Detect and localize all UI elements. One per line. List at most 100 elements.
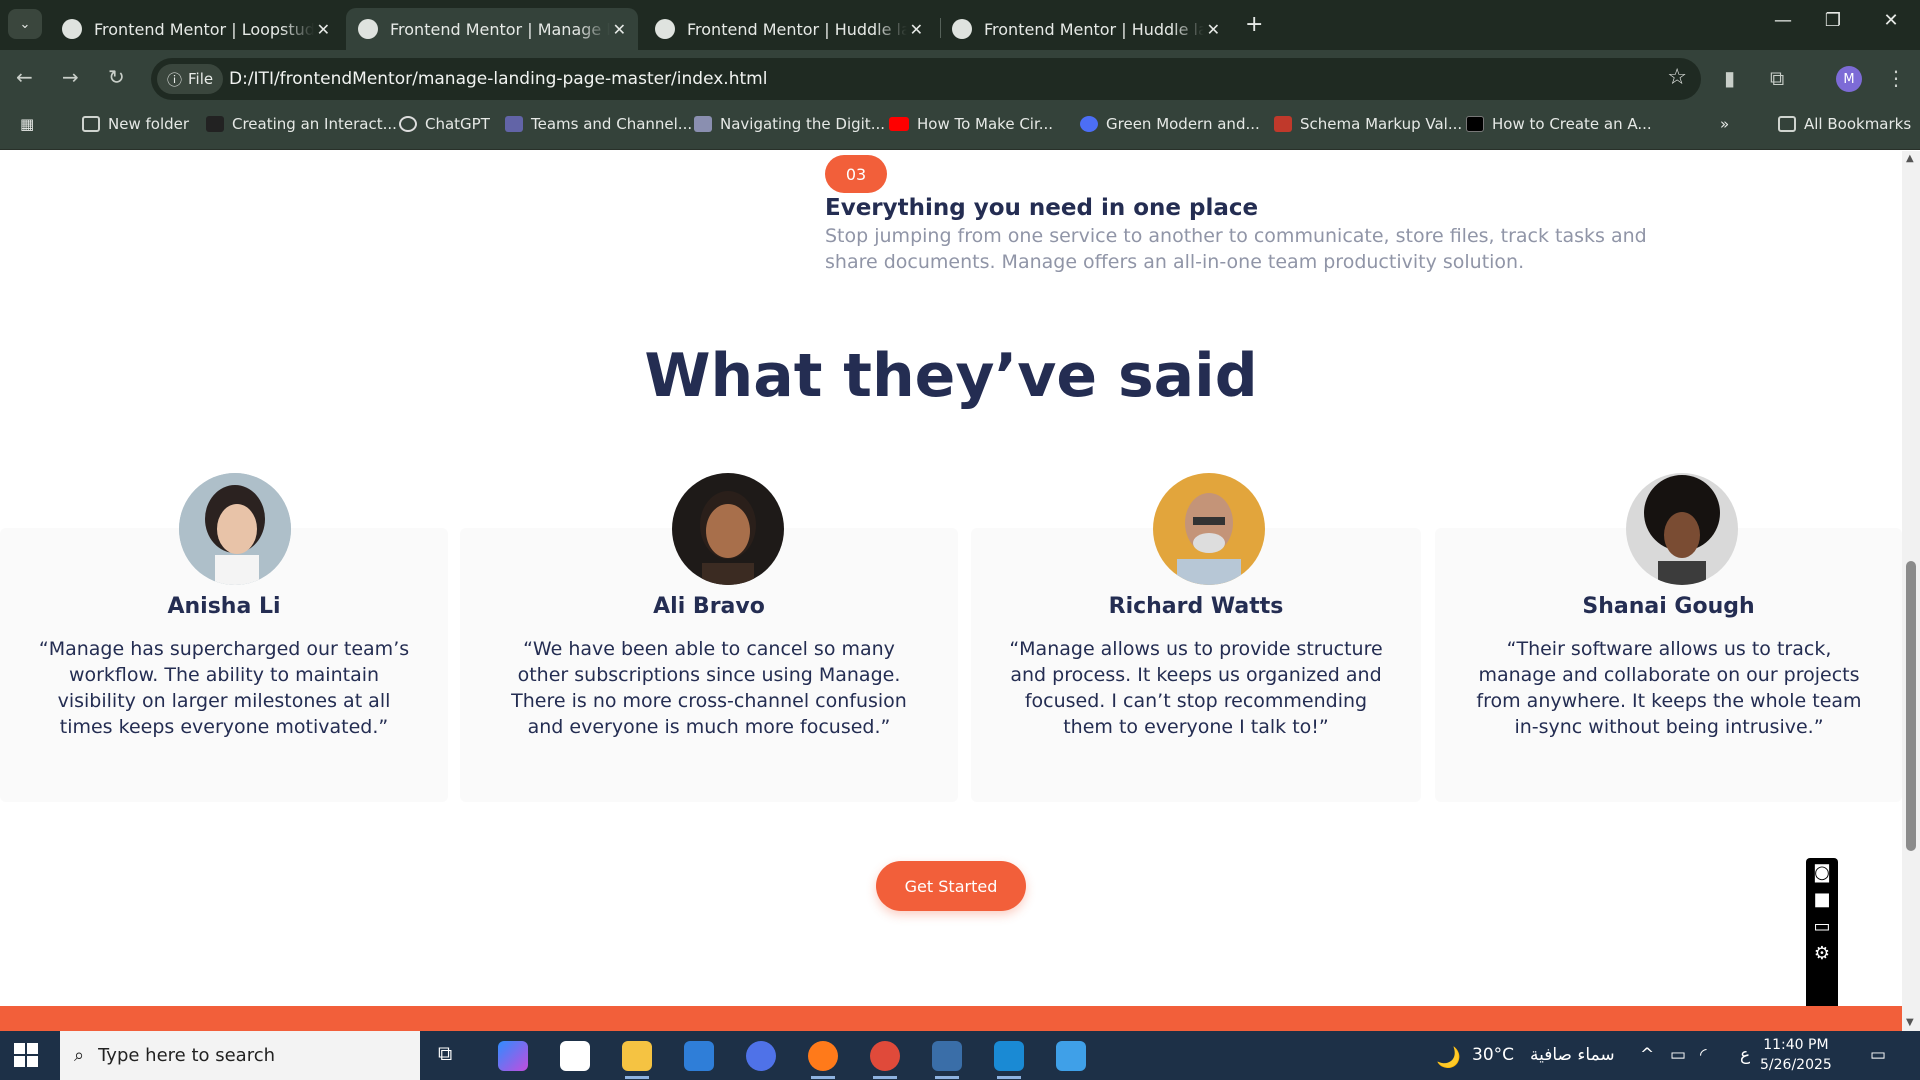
bookmark-how-to-create[interactable]: How to Create an A... [1466,115,1652,133]
bookmark-label: Creating an Interact... [232,115,397,133]
close-icon[interactable]: ✕ [1207,20,1220,39]
bookmark-label: New folder [108,115,190,133]
folder-icon [82,116,100,132]
file-explorer-icon[interactable] [622,1041,652,1079]
testimonial-quote: “Manage has supercharged our team’s work… [38,638,410,738]
firefox-icon[interactable] [808,1041,838,1079]
avatar [1626,473,1738,585]
page-scrollbar[interactable]: ▲ ▼ [1902,151,1920,1031]
tab-title: Frontend Mentor | Huddle landing page [687,19,907,39]
tab-favicon-icon [62,19,82,39]
forward-icon[interactable]: → [62,65,79,89]
footer-band [0,1006,1902,1031]
extensions-puzzle-icon[interactable]: ⧉ [1770,66,1784,90]
minimize-icon[interactable]: — [1763,10,1803,31]
close-icon[interactable]: ✕ [910,20,923,39]
app2-icon[interactable] [1056,1041,1086,1071]
scheme-label: File [188,70,214,88]
scrollbar-thumb[interactable] [1906,561,1916,851]
settings-gear-icon[interactable]: ⚙ [1814,943,1830,964]
wifi-icon[interactable]: ◜ [1700,1045,1707,1065]
site-info-chip[interactable]: ⓘ File [157,64,224,94]
more-bookmarks-chevron-icon[interactable]: » [1720,115,1729,133]
restore-icon[interactable]: ❐ [1813,10,1853,31]
folder-icon [1778,116,1796,132]
bookmark-teams[interactable]: Teams and Channel... [505,115,692,133]
store-icon[interactable] [560,1041,590,1071]
url-text[interactable]: D:/ITI/frontendMentor/manage-landing-pag… [229,69,767,89]
window-close-icon[interactable]: ✕ [1871,10,1911,31]
taskbar-search-box[interactable]: ⌕ Type here to search [60,1031,420,1080]
testimonial-name: Ali Bravo [653,594,765,619]
bookmark-chatgpt[interactable]: ChatGPT [399,115,490,133]
notifications-icon[interactable]: ▭ [1870,1045,1886,1065]
task-view-icon[interactable]: ⧉ [438,1041,468,1071]
window-capture-icon[interactable]: ▭ [1813,916,1830,937]
chatgpt-icon [399,116,417,132]
scroll-up-icon[interactable]: ▲ [1906,153,1914,164]
app-icon[interactable] [932,1041,962,1079]
tab-huddle-2[interactable]: Frontend Mentor | Huddle landing page ✕ [940,8,1232,50]
tray-chevron-icon[interactable]: ^ [1640,1045,1654,1065]
bookmark-label: Teams and Channel... [531,115,693,133]
all-bookmarks[interactable]: All Bookmarks [1778,115,1911,133]
close-icon[interactable]: ✕ [317,20,330,39]
close-icon[interactable]: ✕ [613,20,626,39]
system-clock[interactable]: 11:40 PM 5/26/2025 [1760,1035,1832,1075]
testimonial-name: Shanai Gough [1582,594,1755,619]
bookmark-navigating[interactable]: Navigating the Digit... [694,115,885,133]
testimonial-name: Anisha Li [167,594,281,619]
bookmark-label: ChatGPT [425,115,490,133]
reload-icon[interactable]: ↻ [108,65,125,89]
weather-temp[interactable]: 30°C [1472,1045,1514,1065]
bookmark-star-icon[interactable]: ☆ [1667,65,1687,90]
camera-icon[interactable]: ◙ [1813,862,1830,883]
tab-title: Frontend Mentor | Manage landing page [390,19,610,39]
bing-icon[interactable] [746,1041,776,1071]
bookmark-label: Green Modern and... [1106,115,1260,133]
tab-favicon-icon [358,19,378,39]
profile-avatar[interactable]: M [1836,66,1862,92]
vscode-icon[interactable] [994,1041,1024,1079]
tab-search-chevron-icon[interactable]: ⌄ [8,9,42,39]
new-tab-icon[interactable]: + [1245,12,1263,37]
layers-icon [694,116,712,132]
video-icon[interactable]: ■ [1813,889,1830,910]
windows-start-icon[interactable] [14,1043,38,1067]
extension-doc-icon[interactable]: ▮ [1724,66,1735,90]
bookmark-new-folder[interactable]: New folder [82,115,189,133]
cs-icon [206,116,224,132]
copilot-icon[interactable] [498,1041,528,1071]
get-started-button[interactable]: Get Started [876,861,1026,911]
bookmark-creating-interact[interactable]: Creating an Interact... [206,115,397,133]
feature-description: Stop jumping from one service to another… [825,225,1647,273]
avatar [672,473,784,585]
input-language[interactable]: ع [1740,1045,1750,1065]
bookmark-label: How to Create an A... [1492,115,1652,133]
bookmark-schema[interactable]: Schema Markup Val... [1274,115,1462,133]
canva-icon [1080,116,1098,132]
tab-loopstudios[interactable]: Frontend Mentor | Loopstudios ✕ [50,8,342,50]
apps-grid-icon[interactable]: ▦ [20,115,34,133]
mail-icon[interactable] [684,1041,714,1071]
address-bar[interactable]: ⓘ File D:/ITI/frontendMentor/manage-landi… [151,58,1701,100]
capture-toolbar: ◙ ■ ▭ ⚙ [1806,858,1838,1016]
weather-description[interactable]: سماء صافية [1530,1045,1615,1065]
scroll-down-icon[interactable]: ▼ [1906,1017,1914,1028]
testimonials-heading: What they’ve said [644,341,1258,411]
step-number-badge: 03 [825,155,887,193]
bookmark-how-to-make[interactable]: How To Make Cir... [889,115,1053,133]
browser-menu-icon[interactable]: ⋮ [1886,66,1906,90]
bookmarks-bar: ▦ New folder Creating an Interact... Cha… [0,100,1920,150]
testimonial-quote: “Their software allows us to track, mana… [1476,638,1862,738]
back-icon[interactable]: ← [16,65,33,89]
info-icon: ⓘ [167,70,183,89]
tab-manage-landing[interactable]: Frontend Mentor | Manage landing page ✕ [346,8,638,50]
tab-huddle-1[interactable]: Frontend Mentor | Huddle landing page ✕ [643,8,935,50]
clock-time: 11:40 PM [1763,1037,1829,1053]
weather-icon[interactable]: 🌙 [1436,1045,1461,1069]
teams-icon [505,116,523,132]
battery-icon[interactable]: ▭ [1670,1045,1686,1065]
chrome-icon[interactable] [870,1041,900,1079]
bookmark-green-modern[interactable]: Green Modern and... [1080,115,1260,133]
